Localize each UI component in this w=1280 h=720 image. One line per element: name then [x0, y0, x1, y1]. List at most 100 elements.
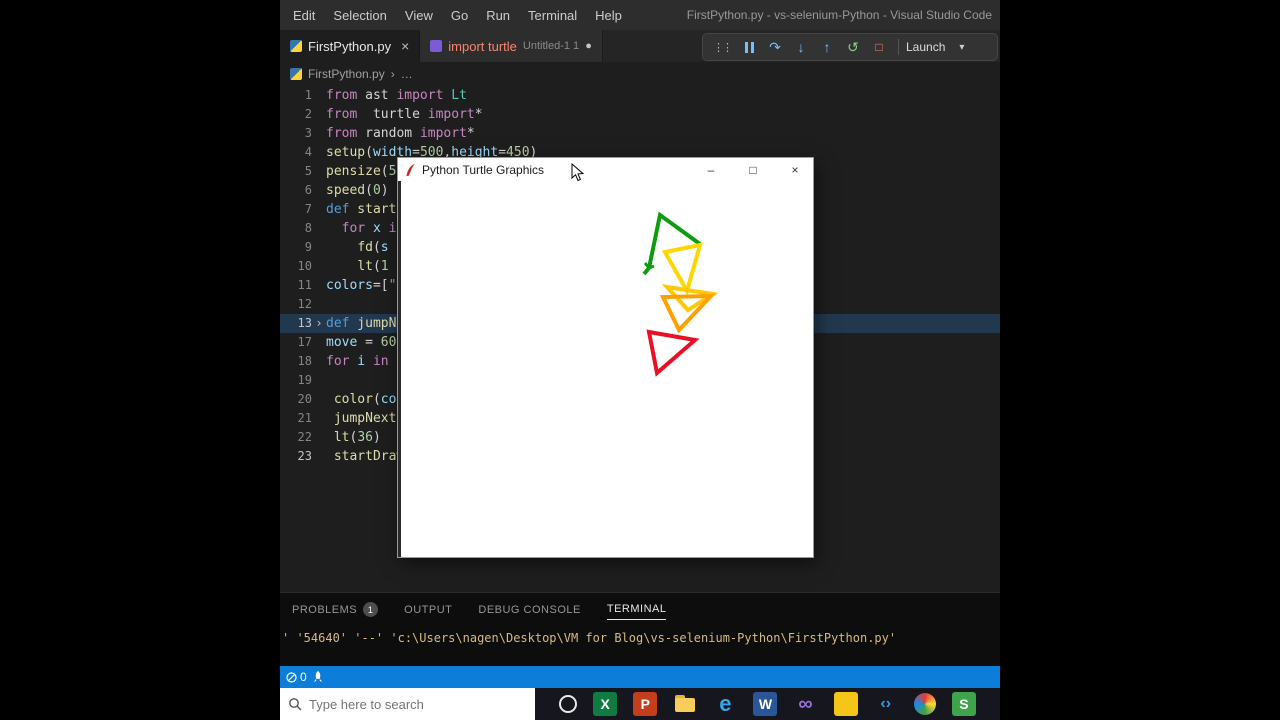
code-text: for x in: [341, 221, 405, 236]
code-text: def startD: [326, 202, 405, 217]
fold-gutter: [312, 333, 326, 352]
line-number[interactable]: 20: [280, 390, 312, 409]
python-file-icon: [290, 40, 302, 52]
menu-selection[interactable]: Selection: [324, 8, 395, 23]
line-number[interactable]: 1: [280, 86, 312, 105]
restart-icon[interactable]: ↺: [841, 39, 865, 56]
step-over-icon[interactable]: ↷: [763, 39, 787, 56]
word-icon[interactable]: W: [753, 692, 778, 716]
code-text: jumpNext(: [333, 411, 404, 426]
tab-debug-console[interactable]: DEBUG CONSOLE: [478, 604, 580, 620]
tab-output[interactable]: OUTPUT: [404, 604, 452, 620]
minimize-icon[interactable]: –: [693, 163, 729, 177]
line-number[interactable]: 17: [280, 333, 312, 352]
fold-gutter: [312, 162, 326, 181]
search-input[interactable]: [309, 696, 509, 712]
fold-gutter: [312, 371, 326, 390]
stop-icon[interactable]: □: [867, 40, 891, 54]
line-number[interactable]: 6: [280, 181, 312, 200]
code-text: fd(s: [357, 240, 389, 255]
taskbar-search[interactable]: [280, 688, 535, 720]
tab-terminal[interactable]: TERMINAL: [606, 603, 667, 620]
breadcrumb-more[interactable]: …: [401, 67, 413, 81]
line-number[interactable]: 8: [280, 219, 312, 238]
code-text: for i in r: [326, 354, 405, 369]
turtle-window-title: Python Turtle Graphics: [422, 162, 545, 177]
fold-gutter: [312, 257, 326, 276]
line-number[interactable]: 4: [280, 143, 312, 162]
maximize-icon[interactable]: □: [735, 163, 771, 177]
code-text: startDraw: [333, 449, 405, 464]
menu-edit[interactable]: Edit: [284, 8, 324, 23]
code-line[interactable]: 3 from random import*: [280, 124, 1000, 143]
drag-handle-icon[interactable]: ⋮⋮: [709, 41, 735, 54]
fold-chevron-icon[interactable]: ›: [312, 314, 326, 333]
launch-config-button[interactable]: Launch ▾: [906, 40, 964, 54]
line-number[interactable]: 13: [280, 314, 312, 333]
problems-status[interactable]: 0: [286, 670, 307, 684]
code-text: move = 60: [326, 335, 397, 350]
launch-label: Launch: [906, 40, 946, 54]
debug-launch-status[interactable]: [312, 670, 324, 684]
close-icon[interactable]: ×: [777, 163, 813, 177]
breadcrumb[interactable]: FirstPython.py › …: [280, 62, 1000, 86]
turtle-window-titlebar[interactable]: Python Turtle Graphics – □ ×: [398, 158, 813, 181]
line-number[interactable]: 5: [280, 162, 312, 181]
fold-gutter: [312, 124, 326, 143]
line-number[interactable]: 9: [280, 238, 312, 257]
fold-gutter: [312, 181, 326, 200]
code-line[interactable]: 2 from turtle import*: [280, 105, 1000, 124]
step-out-icon[interactable]: ↑: [815, 39, 839, 55]
pause-icon[interactable]: [737, 41, 761, 53]
edge-icon[interactable]: e: [713, 691, 737, 716]
powerpoint-icon[interactable]: P: [633, 692, 658, 716]
menu-help[interactable]: Help: [586, 8, 631, 23]
fold-gutter: [312, 447, 326, 466]
fold-gutter: [312, 143, 326, 162]
menu-run[interactable]: Run: [477, 8, 519, 23]
line-number[interactable]: 7: [280, 200, 312, 219]
line-number[interactable]: 3: [280, 124, 312, 143]
menu-terminal[interactable]: Terminal: [519, 8, 586, 23]
excel-icon[interactable]: X: [593, 692, 618, 716]
tab-label: FirstPython.py: [308, 38, 392, 54]
line-number[interactable]: 23: [280, 447, 312, 466]
line-number[interactable]: 12: [280, 295, 312, 314]
cortana-icon[interactable]: [559, 695, 578, 713]
line-number[interactable]: 11: [280, 276, 312, 295]
menu-go[interactable]: Go: [442, 8, 477, 23]
step-into-icon[interactable]: ↓: [789, 39, 813, 55]
rocket-icon: [313, 670, 322, 682]
code-text: color(col: [333, 392, 405, 407]
code-line[interactable]: 1 from ast import Lt: [280, 86, 1000, 105]
fold-gutter: [312, 219, 326, 238]
line-number[interactable]: 18: [280, 352, 312, 371]
debug-toolbar: ⋮⋮ ↷ ↓ ↑ ↺ □ Launch ▾: [702, 33, 998, 61]
fold-gutter: [312, 238, 326, 257]
fold-gutter: [312, 428, 326, 447]
file-explorer-icon[interactable]: [673, 692, 697, 716]
tab-untitled[interactable]: import turtle Untitled-1 1 ●: [420, 30, 603, 62]
line-number[interactable]: 19: [280, 371, 312, 390]
breadcrumb-file[interactable]: FirstPython.py: [308, 67, 385, 81]
line-number[interactable]: 21: [280, 409, 312, 428]
sticky-notes-icon[interactable]: [833, 692, 858, 716]
taskbar-icons: X Pe W ∞ ‹› S: [535, 691, 1000, 716]
visual-studio-icon[interactable]: ∞: [794, 692, 818, 716]
fold-gutter: [312, 86, 326, 105]
line-number[interactable]: 10: [280, 257, 312, 276]
line-number[interactable]: 2: [280, 105, 312, 124]
snipping-icon[interactable]: S: [951, 692, 976, 716]
bottom-panel: PROBLEMS 1 OUTPUT DEBUG CONSOLE TERMINAL…: [280, 592, 1000, 666]
menu-view[interactable]: View: [396, 8, 442, 23]
paint-icon[interactable]: [913, 693, 936, 715]
error-count: 0: [300, 670, 307, 684]
tab-firstpython[interactable]: FirstPython.py ×: [280, 30, 421, 62]
fold-gutter: [312, 200, 326, 219]
line-number[interactable]: 22: [280, 428, 312, 447]
tab-problems[interactable]: PROBLEMS 1: [292, 602, 379, 621]
panel-tab-label: OUTPUT: [404, 603, 453, 616]
dirty-dot-icon: ●: [585, 40, 592, 52]
vscode-icon[interactable]: ‹›: [874, 692, 898, 716]
close-icon[interactable]: ×: [401, 38, 409, 54]
